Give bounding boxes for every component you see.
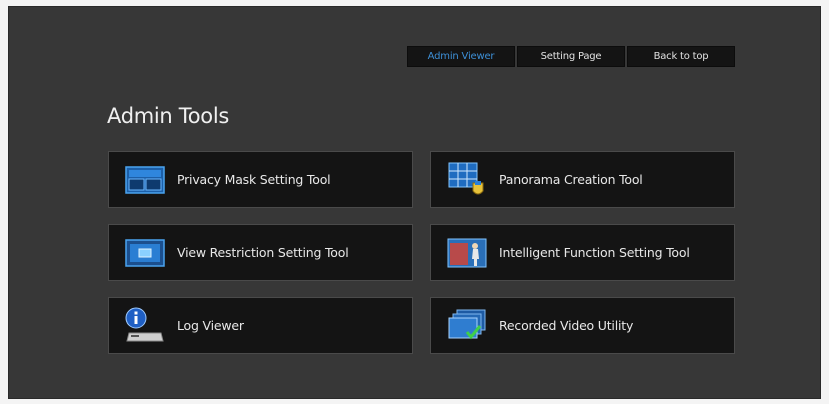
panorama-grid-icon xyxy=(445,161,489,199)
panorama-creation-tool-button[interactable]: Panorama Creation Tool xyxy=(430,151,735,208)
recorded-video-utility-button[interactable]: Recorded Video Utility xyxy=(430,297,735,354)
log-viewer-icon xyxy=(123,307,167,345)
admin-panel: Admin Viewer Setting Page Back to top Ad… xyxy=(8,6,821,399)
nav-back-to-top-button[interactable]: Back to top xyxy=(627,46,735,67)
recorded-video-icon xyxy=(445,307,489,345)
log-viewer-button[interactable]: Log Viewer xyxy=(108,297,413,354)
tool-label: Log Viewer xyxy=(177,318,244,333)
tool-label: Panorama Creation Tool xyxy=(499,172,643,187)
page-title: Admin Tools xyxy=(107,104,230,128)
nav-admin-viewer-button[interactable]: Admin Viewer xyxy=(407,46,515,67)
tool-label: Recorded Video Utility xyxy=(499,318,634,333)
nav-setting-page-button[interactable]: Setting Page xyxy=(517,46,625,67)
top-navigation: Admin Viewer Setting Page Back to top xyxy=(407,46,735,67)
tool-label: Privacy Mask Setting Tool xyxy=(177,172,331,187)
tool-label: Intelligent Function Setting Tool xyxy=(499,245,690,260)
intelligent-function-icon xyxy=(445,234,489,272)
view-restriction-setting-tool-button[interactable]: View Restriction Setting Tool xyxy=(108,224,413,281)
privacy-mask-icon xyxy=(123,161,167,199)
view-restriction-icon xyxy=(123,234,167,272)
intelligent-function-setting-tool-button[interactable]: Intelligent Function Setting Tool xyxy=(430,224,735,281)
privacy-mask-setting-tool-button[interactable]: Privacy Mask Setting Tool xyxy=(108,151,413,208)
tool-label: View Restriction Setting Tool xyxy=(177,245,349,260)
